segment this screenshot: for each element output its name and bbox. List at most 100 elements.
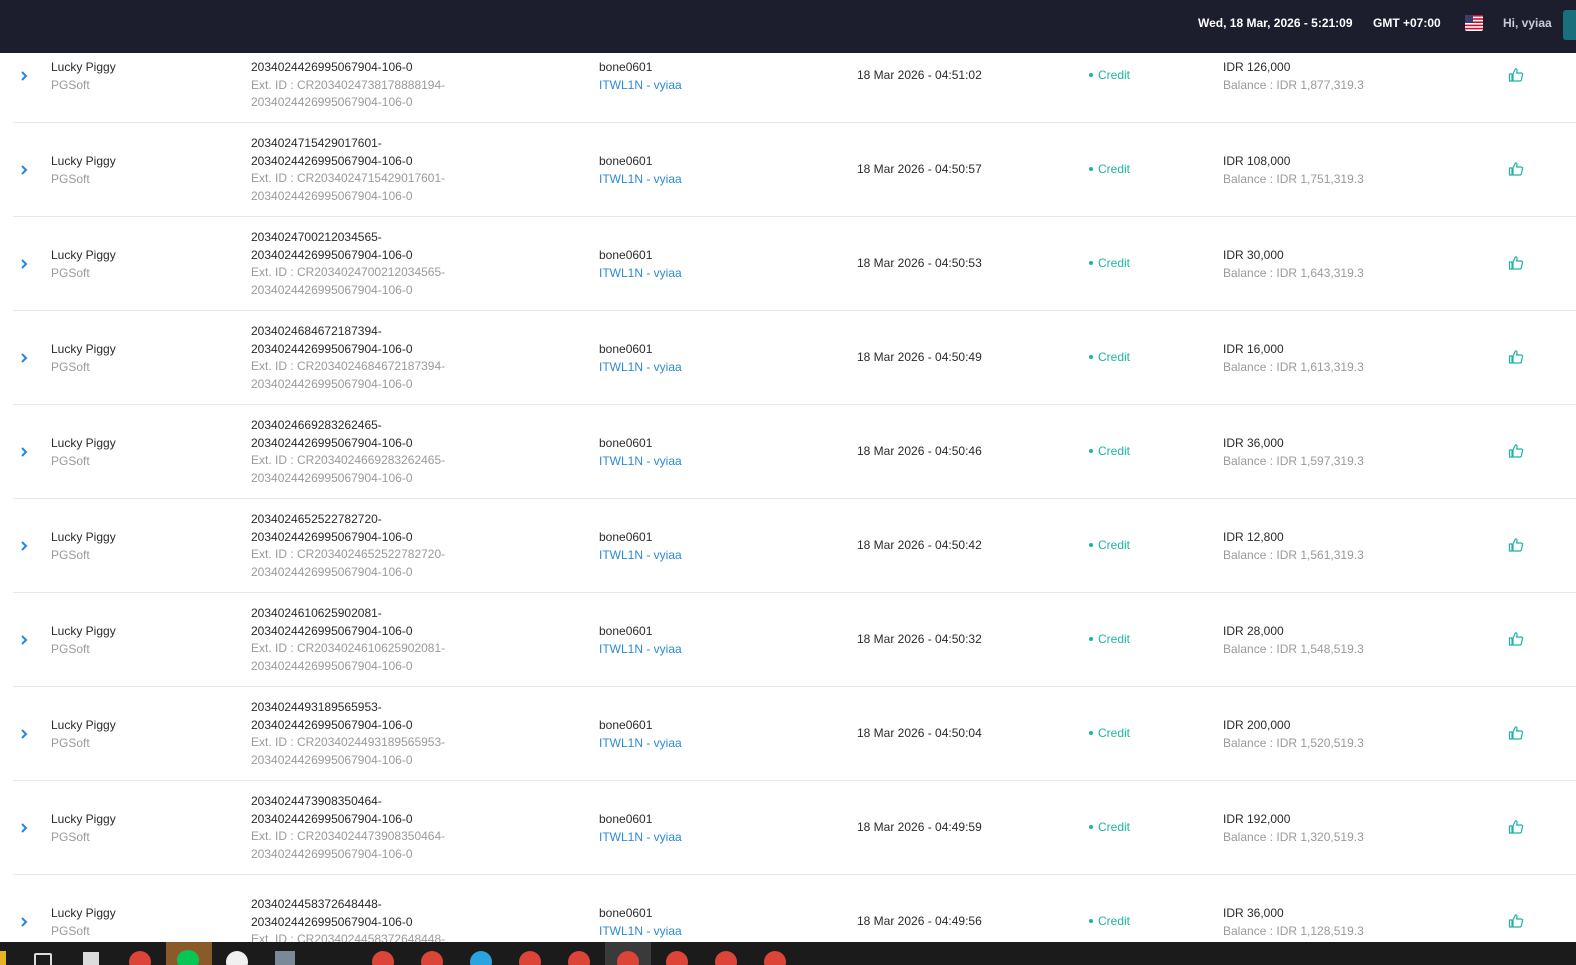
chevron-right-icon[interactable]: [19, 823, 29, 833]
thumbs-up-icon[interactable]: [1508, 255, 1524, 271]
time-text: 18 Mar 2026 - 04:50:46: [857, 444, 982, 458]
chrome-icon[interactable]: [715, 951, 737, 965]
status-text: Credit: [1098, 444, 1131, 458]
chevron-right-icon[interactable]: [19, 917, 29, 927]
telegram-icon[interactable]: [470, 951, 492, 965]
thumbs-up-icon[interactable]: [1508, 67, 1524, 83]
transaction-id-cell: 2034024458372648448- 2034024426995067904-…: [251, 896, 551, 942]
status-text: Credit: [1098, 632, 1131, 646]
table-row: Lucky Piggy PGSoft 2034024426995067904-1…: [13, 53, 1576, 123]
game-cell: Lucky Piggy PGSoft: [51, 435, 116, 470]
chrome-icon[interactable]: [568, 951, 590, 965]
line-app-icon[interactable]: [166, 942, 212, 965]
user-greeting[interactable]: Hi, vyiaa: [1503, 16, 1552, 30]
id-line: 2034024458372648448-: [251, 897, 382, 911]
chrome-icon[interactable]: [519, 951, 541, 965]
status-dot-icon: [1089, 824, 1093, 829]
chevron-right-icon[interactable]: [19, 447, 29, 457]
game-provider: PGSoft: [51, 171, 90, 186]
chrome-icon[interactable]: [421, 951, 443, 965]
chevron-right-icon[interactable]: [19, 259, 29, 269]
id-line: 2034024426995067904-106-0: [251, 95, 413, 109]
external-id: Ext. ID : CR2034024458372648448-: [251, 931, 551, 942]
thumbs-up-icon[interactable]: [1508, 443, 1524, 459]
thumbs-up-icon[interactable]: [1508, 161, 1524, 177]
chrome-icon[interactable]: [129, 951, 151, 965]
account-link[interactable]: ITWL1N - vyiaa: [599, 829, 682, 847]
account-link[interactable]: ITWL1N - vyiaa: [599, 547, 682, 565]
transaction-time: 18 Mar 2026 - 04:50:04: [857, 725, 982, 743]
account-link[interactable]: ITWL1N - vyiaa: [599, 923, 682, 941]
status-text: Credit: [1098, 256, 1131, 270]
status-text: Credit: [1098, 68, 1131, 82]
thumbs-up-icon[interactable]: [1508, 725, 1524, 741]
account-link[interactable]: ITWL1N - vyiaa: [599, 359, 682, 377]
chevron-right-icon[interactable]: [19, 353, 29, 363]
us-flag-icon[interactable]: [1465, 15, 1483, 31]
balance: Balance : IDR 1,751,319.3: [1223, 171, 1364, 186]
user-menu-toggle[interactable]: [1563, 10, 1576, 40]
id-line: 2034024426995067904-106-0: [251, 470, 413, 485]
chevron-right-icon[interactable]: [19, 635, 29, 645]
amount-cell: IDR 192,000 Balance : IDR 1,320,519.3: [1223, 811, 1364, 846]
status-badge: Credit: [1089, 537, 1130, 555]
id-line: 2034024669283262465-: [251, 418, 382, 432]
chevron-right-icon[interactable]: [19, 165, 29, 175]
chevron-right-icon[interactable]: [19, 71, 29, 81]
amount: IDR 126,000: [1223, 60, 1291, 74]
status-text: Credit: [1098, 726, 1131, 740]
account-link[interactable]: ITWL1N - vyiaa: [599, 77, 682, 95]
transaction-time: 18 Mar 2026 - 04:49:59: [857, 819, 982, 837]
id-line: 2034024426995067904-106-0: [251, 564, 413, 579]
status-dot-icon: [1089, 542, 1093, 547]
chevron-right-icon[interactable]: [19, 729, 29, 739]
amount-cell: IDR 16,000 Balance : IDR 1,613,319.3: [1223, 341, 1364, 376]
active-app-highlight[interactable]: [605, 942, 651, 965]
status-dot-icon: [1089, 448, 1093, 453]
app-icon[interactable]: [226, 951, 248, 965]
balance: Balance : IDR 1,613,319.3: [1223, 359, 1364, 374]
status-badge: Credit: [1089, 819, 1130, 837]
os-taskbar: [0, 942, 1576, 965]
user-cell: bone0601 ITWL1N - vyiaa: [599, 153, 682, 188]
header-datetime: Wed, 18 Mar, 2026 - 5:21:09: [1198, 16, 1353, 30]
game-name: Lucky Piggy: [51, 624, 116, 638]
thumbs-up-icon[interactable]: [1508, 819, 1524, 835]
store-icon[interactable]: [34, 953, 52, 965]
thumbs-up-icon[interactable]: [1508, 631, 1524, 647]
amount: IDR 192,000: [1223, 812, 1291, 826]
status-badge: Credit: [1089, 349, 1130, 367]
transaction-id-cell: 2034024426995067904-106-0 Ext. ID : CR20…: [251, 59, 551, 112]
chrome-icon[interactable]: [666, 951, 688, 965]
account-link[interactable]: ITWL1N - vyiaa: [599, 735, 682, 753]
account-link[interactable]: ITWL1N - vyiaa: [599, 453, 682, 471]
transaction-id: 2034024426995067904-106-0: [251, 59, 551, 77]
game-cell: Lucky Piggy PGSoft: [51, 811, 116, 846]
time-text: 18 Mar 2026 - 04:49:59: [857, 820, 982, 834]
table-row: Lucky Piggy PGSoft 2034024473908350464- 2…: [13, 781, 1576, 875]
time-text: 18 Mar 2026 - 04:49:56: [857, 914, 982, 928]
transaction-id: 2034024458372648448- 2034024426995067904-…: [251, 896, 551, 931]
user-cell: bone0601 ITWL1N - vyiaa: [599, 811, 682, 846]
chrome-icon[interactable]: [764, 951, 786, 965]
account-link[interactable]: ITWL1N - vyiaa: [599, 171, 682, 189]
calculator-icon[interactable]: [83, 952, 99, 965]
game-provider: PGSoft: [51, 735, 90, 750]
chrome-icon[interactable]: [372, 951, 394, 965]
status-text: Credit: [1098, 538, 1131, 552]
account-link[interactable]: ITWL1N - vyiaa: [599, 265, 682, 283]
windows-start-icon[interactable]: [0, 951, 6, 965]
game-provider: PGSoft: [51, 359, 90, 374]
status-dot-icon: [1089, 166, 1093, 171]
chevron-right-icon[interactable]: [19, 541, 29, 551]
id-line: 2034024426995067904-106-0: [251, 376, 413, 391]
thumbs-up-icon[interactable]: [1508, 537, 1524, 553]
status-badge: Credit: [1089, 913, 1130, 931]
thumbs-up-icon[interactable]: [1508, 349, 1524, 365]
account-link[interactable]: ITWL1N - vyiaa: [599, 641, 682, 659]
id-line: Ext. ID : CR2034024458372648448-: [251, 932, 446, 942]
game-cell: Lucky Piggy PGSoft: [51, 247, 116, 282]
status-text: Credit: [1098, 914, 1131, 928]
thumbs-up-icon[interactable]: [1508, 913, 1524, 929]
folder-icon[interactable]: [275, 951, 295, 965]
